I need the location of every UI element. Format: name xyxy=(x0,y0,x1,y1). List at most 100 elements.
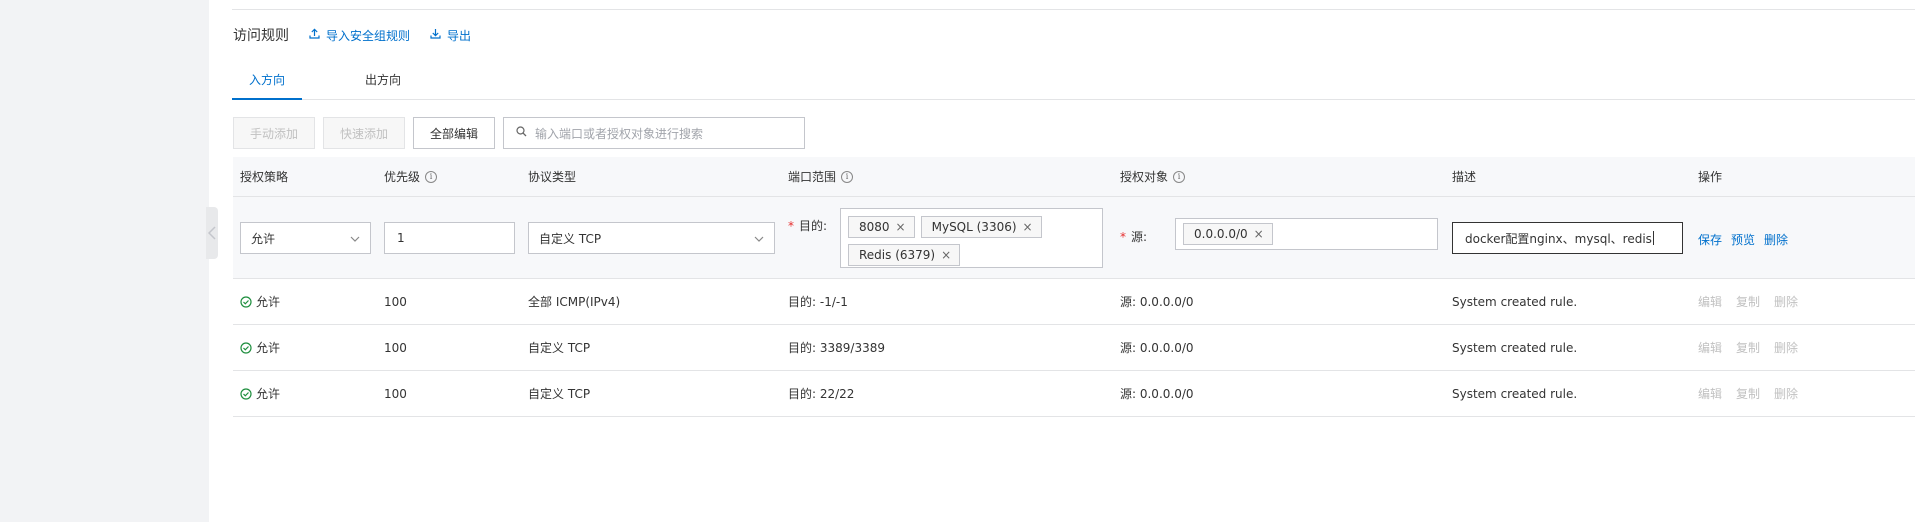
source-tag: 0.0.0.0/0 × xyxy=(1183,223,1273,245)
port-range-cell: 目的: -1/-1 xyxy=(788,295,848,309)
quick-add-button[interactable]: 快速添加 xyxy=(323,117,406,149)
tab-outbound[interactable]: 出方向 xyxy=(348,66,418,100)
port-tag-label: Redis (6379) xyxy=(859,248,936,262)
delete-link[interactable]: 删除 xyxy=(1774,325,1798,371)
actions-cell: 编辑 复制 删除 xyxy=(1698,371,1812,417)
source-label-text: 源: xyxy=(1131,230,1148,244)
priority-cell: 100 xyxy=(384,295,407,309)
copy-link[interactable]: 复制 xyxy=(1736,371,1760,417)
column-auth-object: 授权对象 i xyxy=(1120,157,1186,197)
required-mark: * xyxy=(788,218,794,233)
info-icon[interactable]: i xyxy=(841,171,854,183)
chevron-left-icon xyxy=(208,226,216,240)
edit-link[interactable]: 编辑 xyxy=(1698,325,1722,371)
column-actions-label: 操作 xyxy=(1698,170,1723,184)
column-priority: 优先级 i xyxy=(384,157,438,197)
search-icon xyxy=(516,126,535,140)
port-tag-label: 8080 xyxy=(859,220,890,234)
column-port-range: 端口范围 i xyxy=(788,157,854,197)
destination-label: * 目的: xyxy=(788,217,827,234)
policy-cell: 允许 xyxy=(240,279,280,325)
edit-link[interactable]: 编辑 xyxy=(1698,371,1722,417)
policy-text: 允许 xyxy=(256,341,281,355)
column-policy: 授权策略 xyxy=(240,157,288,197)
close-icon[interactable]: × xyxy=(941,248,951,262)
port-range-tag-input[interactable]: 8080 × MySQL (3306) × Redis (6379) × xyxy=(840,208,1103,268)
required-mark: * xyxy=(1120,229,1126,244)
check-circle-icon xyxy=(240,342,252,354)
column-auth-object-label: 授权对象 xyxy=(1120,170,1169,184)
port-tag-label: MySQL (3306) xyxy=(931,220,1017,234)
column-description: 描述 xyxy=(1452,157,1476,197)
save-link[interactable]: 保存 xyxy=(1698,231,1722,248)
table-header: 授权策略 优先级 i 协议类型 端口范围 i 授权对象 i 描述 操作 xyxy=(233,157,1915,197)
column-description-label: 描述 xyxy=(1452,170,1477,184)
policy-select-value: 允许 xyxy=(251,231,276,246)
preview-link[interactable]: 预览 xyxy=(1731,231,1755,248)
section-title: 访问规则 xyxy=(233,28,289,44)
export-link[interactable]: 导出 xyxy=(430,27,471,44)
section-header: 访问规则 导入安全组规则 导出 xyxy=(233,25,471,45)
edit-link[interactable]: 编辑 xyxy=(1698,279,1722,325)
copy-link[interactable]: 复制 xyxy=(1736,325,1760,371)
search-input[interactable]: 输入端口或者授权对象进行搜索 xyxy=(503,117,806,149)
delete-link[interactable]: 删除 xyxy=(1774,279,1798,325)
priority-cell: 100 xyxy=(384,341,407,355)
description-input-value: docker配置nginx、mysql、redis xyxy=(1465,231,1652,246)
port-range-cell: 目的: 22/22 xyxy=(788,387,855,401)
policy-text: 允许 xyxy=(256,295,281,309)
protocol-cell: 自定义 TCP xyxy=(528,387,591,401)
auth-object-cell: 源: 0.0.0.0/0 xyxy=(1120,295,1194,309)
export-label: 导出 xyxy=(447,28,472,43)
auth-object-cell: 源: 0.0.0.0/0 xyxy=(1120,341,1194,355)
sidebar-collapse-handle[interactable] xyxy=(206,207,218,259)
close-icon[interactable]: × xyxy=(1023,220,1033,234)
editing-rule-row: 允许 1 自定义 TCP * 目的: 8080 × MySQL (3306) × R… xyxy=(233,197,1915,279)
download-icon xyxy=(430,28,447,42)
port-tag: 8080 × xyxy=(848,216,915,238)
upload-icon xyxy=(309,28,326,42)
column-policy-label: 授权策略 xyxy=(240,170,289,184)
column-actions: 操作 xyxy=(1698,157,1722,197)
description-cell: System created rule. xyxy=(1452,295,1578,309)
policy-cell: 允许 xyxy=(240,325,280,371)
manual-add-button[interactable]: 手动添加 xyxy=(233,117,316,149)
table-row: 允许 100 自定义 TCP 目的: 22/22 源: 0.0.0.0/0 Sy… xyxy=(233,371,1915,417)
actions-cell: 编辑 复制 删除 xyxy=(1698,279,1812,325)
import-rules-label: 导入安全组规则 xyxy=(326,28,411,43)
chevron-down-icon xyxy=(754,231,764,245)
top-divider xyxy=(232,9,1915,10)
info-icon[interactable]: i xyxy=(1173,171,1186,183)
source-label: * 源: xyxy=(1120,228,1147,245)
close-icon[interactable]: × xyxy=(896,220,906,234)
column-priority-label: 优先级 xyxy=(384,170,421,184)
direction-tabs: 入方向 出方向 xyxy=(232,66,1915,100)
check-circle-icon xyxy=(240,296,252,308)
policy-text: 允许 xyxy=(256,387,281,401)
protocol-cell: 全部 ICMP(IPv4) xyxy=(528,295,621,309)
edit-all-button[interactable]: 全部编辑 xyxy=(413,117,496,149)
port-range-cell: 目的: 3389/3389 xyxy=(788,341,885,355)
table-row: 允许 100 自定义 TCP 目的: 3389/3389 源: 0.0.0.0/… xyxy=(233,325,1915,371)
chevron-down-icon xyxy=(350,231,360,245)
delete-link[interactable]: 删除 xyxy=(1774,371,1798,417)
rules-toolbar: 手动添加 快速添加 全部编辑 输入端口或者授权对象进行搜索 xyxy=(233,117,806,149)
tab-inbound[interactable]: 入方向 xyxy=(232,66,302,100)
check-circle-icon xyxy=(240,388,252,400)
protocol-select[interactable]: 自定义 TCP xyxy=(528,222,775,254)
policy-select[interactable]: 允许 xyxy=(240,222,371,254)
search-placeholder: 输入端口或者授权对象进行搜索 xyxy=(535,126,704,141)
copy-link[interactable]: 复制 xyxy=(1736,279,1760,325)
policy-cell: 允许 xyxy=(240,371,280,417)
column-port-range-label: 端口范围 xyxy=(788,170,837,184)
close-icon[interactable]: × xyxy=(1254,227,1264,241)
description-input[interactable]: docker配置nginx、mysql、redis xyxy=(1452,222,1683,254)
actions-cell: 编辑 复制 删除 xyxy=(1698,325,1812,371)
auth-object-tag-input[interactable]: 0.0.0.0/0 × xyxy=(1175,218,1438,250)
priority-cell: 100 xyxy=(384,387,407,401)
import-rules-link[interactable]: 导入安全组规则 xyxy=(309,27,410,44)
info-icon[interactable]: i xyxy=(425,171,438,183)
delete-link[interactable]: 删除 xyxy=(1764,231,1788,248)
destination-label-text: 目的: xyxy=(799,219,828,233)
priority-input[interactable]: 1 xyxy=(384,222,515,254)
